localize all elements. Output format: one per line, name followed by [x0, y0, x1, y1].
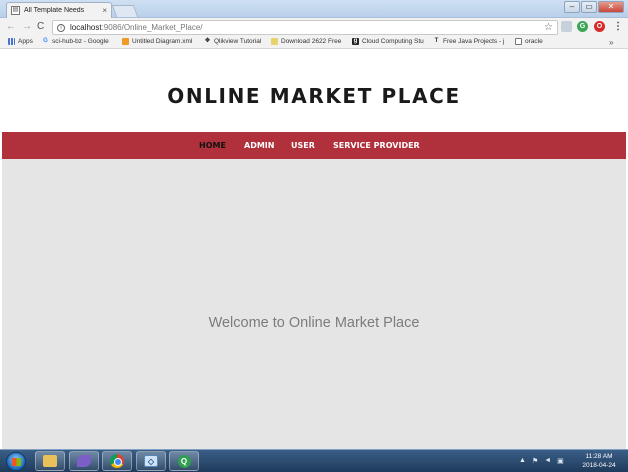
clock-date: 2018-04-24: [582, 462, 616, 469]
bookmark-label: Untitled Diagram.xml: [132, 38, 193, 45]
welcome-banner: Welcome to Online Market Place: [2, 159, 626, 449]
new-tab-button[interactable]: [111, 5, 139, 17]
start-button[interactable]: [6, 452, 26, 471]
bookmark-label: oracle: [525, 38, 543, 45]
bookmark-label: sci-hub-bz - Google: [52, 38, 109, 45]
cube-icon: ◇: [144, 455, 158, 467]
windows-taskbar: ◇ Q ▲ ⚑ ◄ ▣ 11:28 AM 2018-04-24: [0, 449, 628, 472]
tab-title: All Template Needs: [24, 7, 85, 14]
windows-explorer-icon[interactable]: [35, 451, 65, 471]
address-bar[interactable]: i localhost :9086/Online_Market_Place/ ☆: [52, 20, 558, 35]
chrome-logo-icon: [110, 454, 124, 468]
system-tray: ▲ ⚑ ◄ ▣: [519, 457, 564, 465]
blog-icon: g: [352, 38, 359, 45]
bookmarks-overflow-icon[interactable]: »: [609, 38, 613, 47]
site-title: ONLINE MARKET PLACE: [167, 84, 461, 108]
site-info-icon[interactable]: i: [57, 23, 65, 32]
document-icon: [515, 38, 522, 45]
grammarly-icon[interactable]: G: [577, 21, 588, 32]
bookmarks-bar: Apps G sci-hub-bz - Google Untitled Diag…: [0, 37, 628, 49]
eclipse-logo-icon: [77, 455, 91, 467]
site-navbar: HOME ADMIN USER SERVICE PROVIDER: [2, 132, 626, 159]
close-window-button[interactable]: ✕: [598, 1, 624, 13]
maximize-button[interactable]: ▭: [581, 1, 597, 13]
bookmark-label: Download 2622 Free: [281, 38, 342, 45]
back-arrow-icon[interactable]: ←: [6, 21, 16, 33]
folder-icon: [271, 38, 278, 45]
qlikview-icon[interactable]: Q: [169, 451, 199, 471]
text-icon: T: [434, 38, 439, 44]
system-clock[interactable]: 11:28 AM 2018-04-24: [575, 452, 623, 470]
bookmark-label: Free Java Projects - j: [443, 38, 505, 45]
welcome-message: Welcome to Online Market Place: [208, 315, 420, 331]
bookmark-qlikview[interactable]: ✥ Qlikview Tutorial: [204, 38, 261, 45]
bookmark-java-projects[interactable]: T Free Java Projects - j: [433, 38, 505, 45]
url-path: :9086/Online_Market_Place/: [101, 23, 203, 32]
url-host: localhost: [70, 23, 102, 32]
forward-arrow-icon[interactable]: →: [22, 21, 32, 33]
browser-titlebar: ▤ All Template Needs × – ▭ ✕: [0, 0, 628, 18]
bookmark-untitled-diagram[interactable]: Untitled Diagram.xml: [122, 38, 192, 45]
volume-icon[interactable]: ◄: [544, 457, 551, 465]
reload-icon[interactable]: C: [37, 21, 44, 33]
flag-icon[interactable]: ⚑: [532, 457, 538, 465]
screen: ▤ All Template Needs × – ▭ ✕ ← → C i loc…: [0, 0, 628, 472]
virtualbox-icon[interactable]: ◇: [136, 451, 166, 471]
nav-service-provider[interactable]: SERVICE PROVIDER: [333, 141, 420, 151]
bookmark-label: Qlikview Tutorial: [214, 38, 262, 45]
nav-home[interactable]: HOME: [199, 141, 226, 151]
browser-toolbar: ← → C i localhost :9086/Online_Market_Pl…: [0, 18, 628, 37]
bookmark-apps[interactable]: Apps: [8, 38, 33, 45]
bookmark-sci-hub[interactable]: G sci-hub-bz - Google: [42, 38, 109, 45]
site-header: ONLINE MARKET PLACE: [0, 50, 628, 132]
bookmark-star-icon[interactable]: ☆: [544, 22, 553, 34]
google-icon: G: [43, 38, 48, 44]
clock-time: 11:28 AM: [585, 453, 613, 460]
eclipse-icon[interactable]: [69, 451, 99, 471]
folder-icon: [43, 455, 57, 467]
drawio-icon: [122, 38, 129, 45]
bookmark-label: Cloud Computing Stu: [362, 38, 424, 45]
gear-icon: ✥: [204, 38, 211, 44]
nav-admin[interactable]: ADMIN: [244, 141, 274, 151]
bookmark-oracle[interactable]: oracle: [515, 38, 543, 45]
apps-grid-icon: [8, 38, 15, 45]
opera-icon[interactable]: O: [594, 21, 605, 32]
browser-menu-icon[interactable]: ⋮: [613, 21, 623, 32]
minimize-button[interactable]: –: [564, 1, 580, 13]
chrome-icon[interactable]: [102, 451, 132, 471]
bookmark-label: Apps: [18, 38, 33, 45]
bookmark-cloud-computing[interactable]: g Cloud Computing Stu: [352, 38, 424, 45]
tray-expand-icon[interactable]: ▲: [519, 457, 526, 465]
network-icon[interactable]: ▣: [557, 457, 564, 465]
browser-tab[interactable]: ▤ All Template Needs ×: [6, 2, 112, 18]
tab-close-icon[interactable]: ×: [102, 6, 107, 15]
nav-user[interactable]: USER: [291, 141, 315, 151]
bookmark-download[interactable]: Download 2622 Free: [271, 38, 341, 45]
page-favicon-icon: ▤: [11, 6, 20, 15]
window-controls: – ▭ ✕: [564, 1, 624, 13]
extension-icon[interactable]: [561, 21, 572, 32]
qlik-logo-icon: Q: [177, 454, 191, 468]
